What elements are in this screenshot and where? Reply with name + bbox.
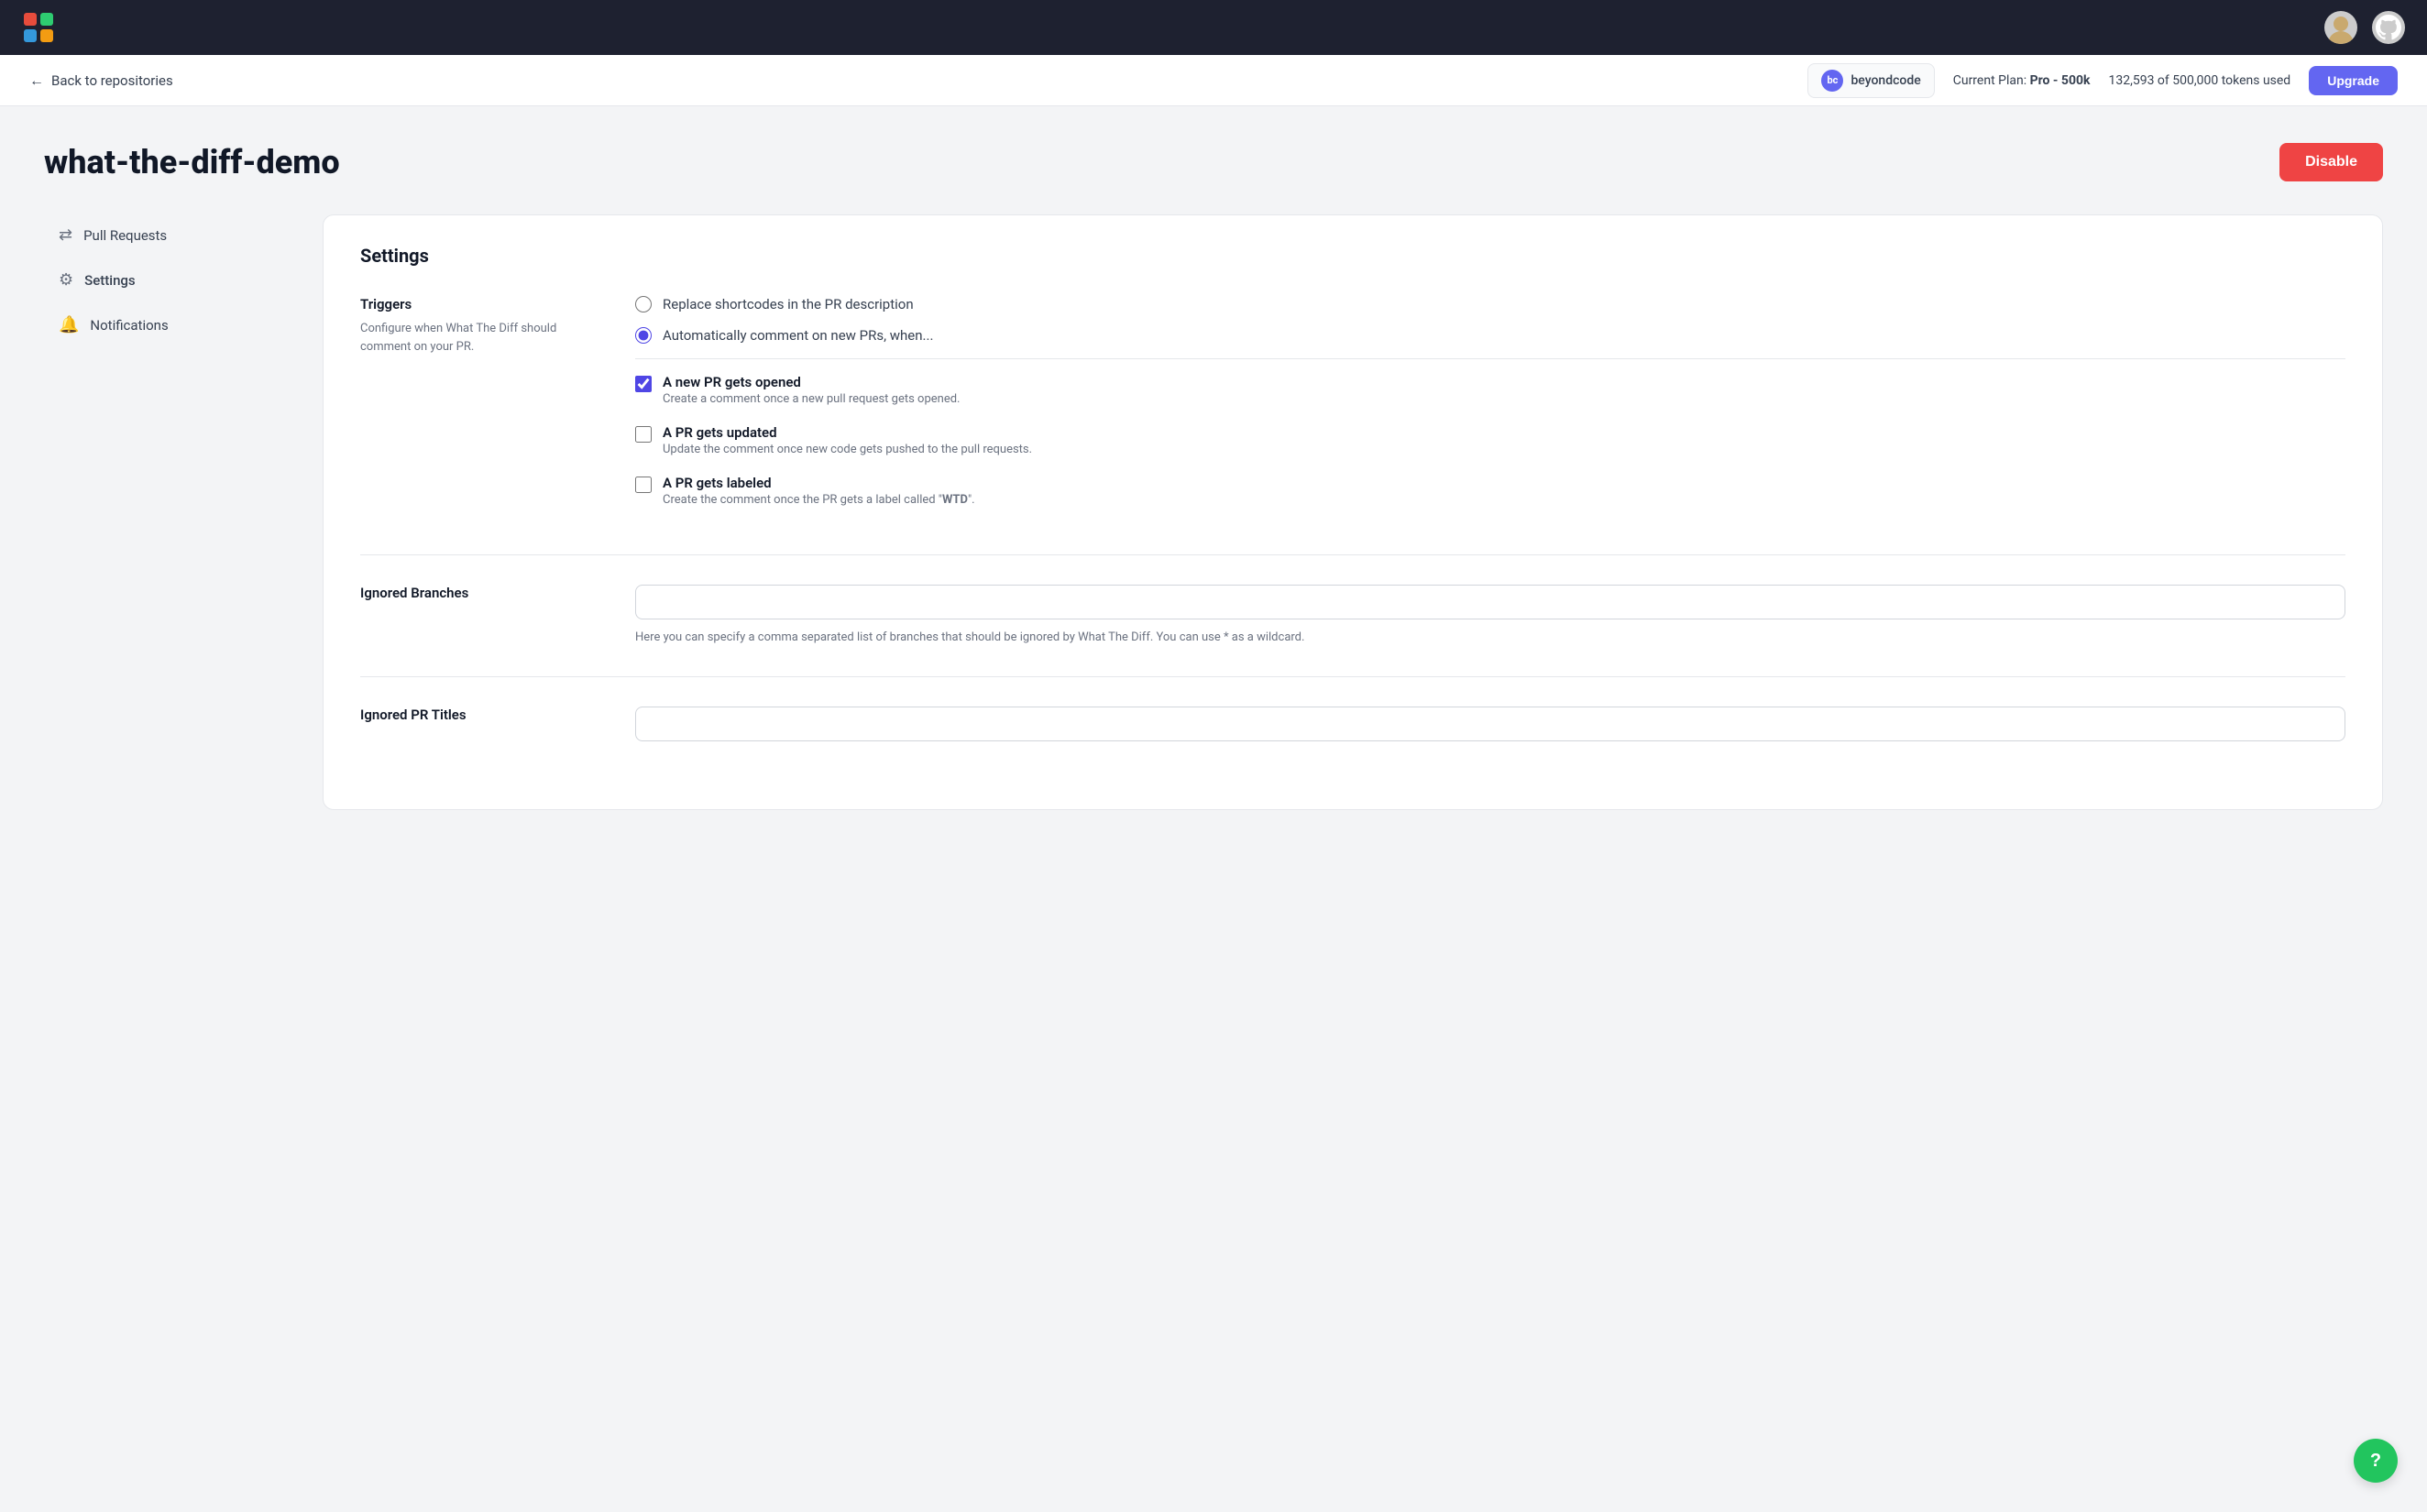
subheader-right: bc beyondcode Current Plan: Pro - 500k 1… [1807,63,2398,98]
help-button[interactable]: ? [2354,1439,2398,1483]
subheader: ← Back to repositories bc beyondcode Cur… [0,55,2427,106]
settings-panel: Settings Triggers Configure when What Th… [323,214,2383,810]
ignored-branches-label-col: Ignored Branches [360,585,599,647]
checkbox-pr-labeled-labels: A PR gets labeled Create the comment onc… [663,475,975,507]
radio-auto-comment-label: Automatically comment on new PRs, when..… [663,327,933,344]
checkbox-new-pr-title: A new PR gets opened [663,374,960,390]
topbar [0,0,2427,55]
disable-button[interactable]: Disable [2279,143,2383,181]
back-arrow-icon: ← [29,71,44,90]
checkbox-pr-updated-title: A PR gets updated [663,424,1032,441]
plan-label: Current Plan: [1953,73,2026,88]
sidebar-item-settings[interactable]: ⚙ Settings [44,259,301,301]
layout: ⇄ Pull Requests ⚙ Settings 🔔 Notificatio… [44,214,2383,810]
radio-divider [635,358,2345,359]
plan-text: Current Plan: Pro - 500k [1953,73,2091,88]
radio-replace-shortcodes-label: Replace shortcodes in the PR description [663,296,914,312]
tokens-used-text: 132,593 of 500,000 tokens used [2109,73,2291,88]
ignored-branches-help: Here you can specify a comma separated l… [635,629,2345,647]
checkbox-pr-labeled-desc: Create the comment once the PR gets a la… [663,493,975,507]
sidebar: ⇄ Pull Requests ⚙ Settings 🔔 Notificatio… [44,214,301,810]
notifications-icon: 🔔 [59,315,79,334]
topbar-right [2324,11,2405,44]
radio-replace-shortcodes[interactable]: Replace shortcodes in the PR description [635,296,2345,312]
checkbox-pr-updated-desc: Update the comment once new code gets pu… [663,443,1032,456]
settings-title: Settings [360,245,2345,267]
checkbox-pr-updated[interactable]: A PR gets updated Update the comment onc… [635,424,2345,456]
checkbox-pr-labeled-input[interactable] [635,477,652,493]
plan-name: Pro - 500k [2030,73,2091,88]
ignored-branches-section: Ignored Branches Here you can specify a … [360,585,2345,677]
ignored-pr-titles-input[interactable] [635,707,2345,741]
ignored-branches-label: Ignored Branches [360,585,599,601]
triggers-label: Triggers [360,296,599,312]
ignored-branches-input[interactable] [635,585,2345,619]
page-title: what-the-diff-demo [44,143,340,181]
page-header: what-the-diff-demo Disable [44,143,2383,181]
github-icon[interactable] [2372,11,2405,44]
ignored-pr-titles-section: Ignored PR Titles [360,707,2345,780]
checkbox-pr-updated-input[interactable] [635,426,652,443]
settings-icon: ⚙ [59,270,73,290]
ignored-pr-titles-label: Ignored PR Titles [360,707,599,723]
org-badge[interactable]: bc beyondcode [1807,63,1934,98]
back-label: Back to repositories [51,72,173,89]
checkbox-new-pr[interactable]: A new PR gets opened Create a comment on… [635,374,2345,406]
radio-auto-comment-input[interactable] [635,327,652,344]
ignored-pr-titles-label-col: Ignored PR Titles [360,707,599,751]
checkbox-new-pr-desc: Create a comment once a new pull request… [663,392,960,406]
avatar-image [2324,11,2357,44]
user-avatar[interactable] [2324,11,2357,44]
sidebar-label-pull-requests: Pull Requests [83,227,167,244]
main-content: what-the-diff-demo Disable ⇄ Pull Reques… [0,106,2427,847]
checkbox-new-pr-input[interactable] [635,376,652,392]
org-name: beyondcode [1850,73,1920,88]
org-initials: bc [1827,74,1838,86]
org-avatar: bc [1821,70,1843,92]
sidebar-label-notifications: Notifications [90,317,168,334]
pull-requests-icon: ⇄ [59,225,72,245]
sidebar-label-settings: Settings [84,272,136,289]
triggers-description: Configure when What The Diff should comm… [360,320,599,356]
sidebar-item-notifications[interactable]: 🔔 Notifications [44,304,301,345]
radio-replace-shortcodes-input[interactable] [635,296,652,312]
checkbox-new-pr-labels: A new PR gets opened Create a comment on… [663,374,960,406]
triggers-content: Replace shortcodes in the PR description… [635,296,2345,525]
triggers-section: Triggers Configure when What The Diff sh… [360,296,2345,555]
radio-auto-comment[interactable]: Automatically comment on new PRs, when..… [635,327,2345,344]
github-logo-icon [2376,15,2401,40]
ignored-branches-content: Here you can specify a comma separated l… [635,585,2345,647]
upgrade-button[interactable]: Upgrade [2309,66,2398,95]
logo[interactable] [22,11,55,44]
back-to-repositories-link[interactable]: ← Back to repositories [29,71,173,90]
checkbox-pr-labeled[interactable]: A PR gets labeled Create the comment onc… [635,475,2345,507]
triggers-label-col: Triggers Configure when What The Diff sh… [360,296,599,525]
sidebar-item-pull-requests[interactable]: ⇄ Pull Requests [44,214,301,256]
app-logo-icon [22,11,55,44]
checkbox-pr-labeled-title: A PR gets labeled [663,475,975,491]
checkbox-pr-updated-labels: A PR gets updated Update the comment onc… [663,424,1032,456]
ignored-pr-titles-content [635,707,2345,751]
